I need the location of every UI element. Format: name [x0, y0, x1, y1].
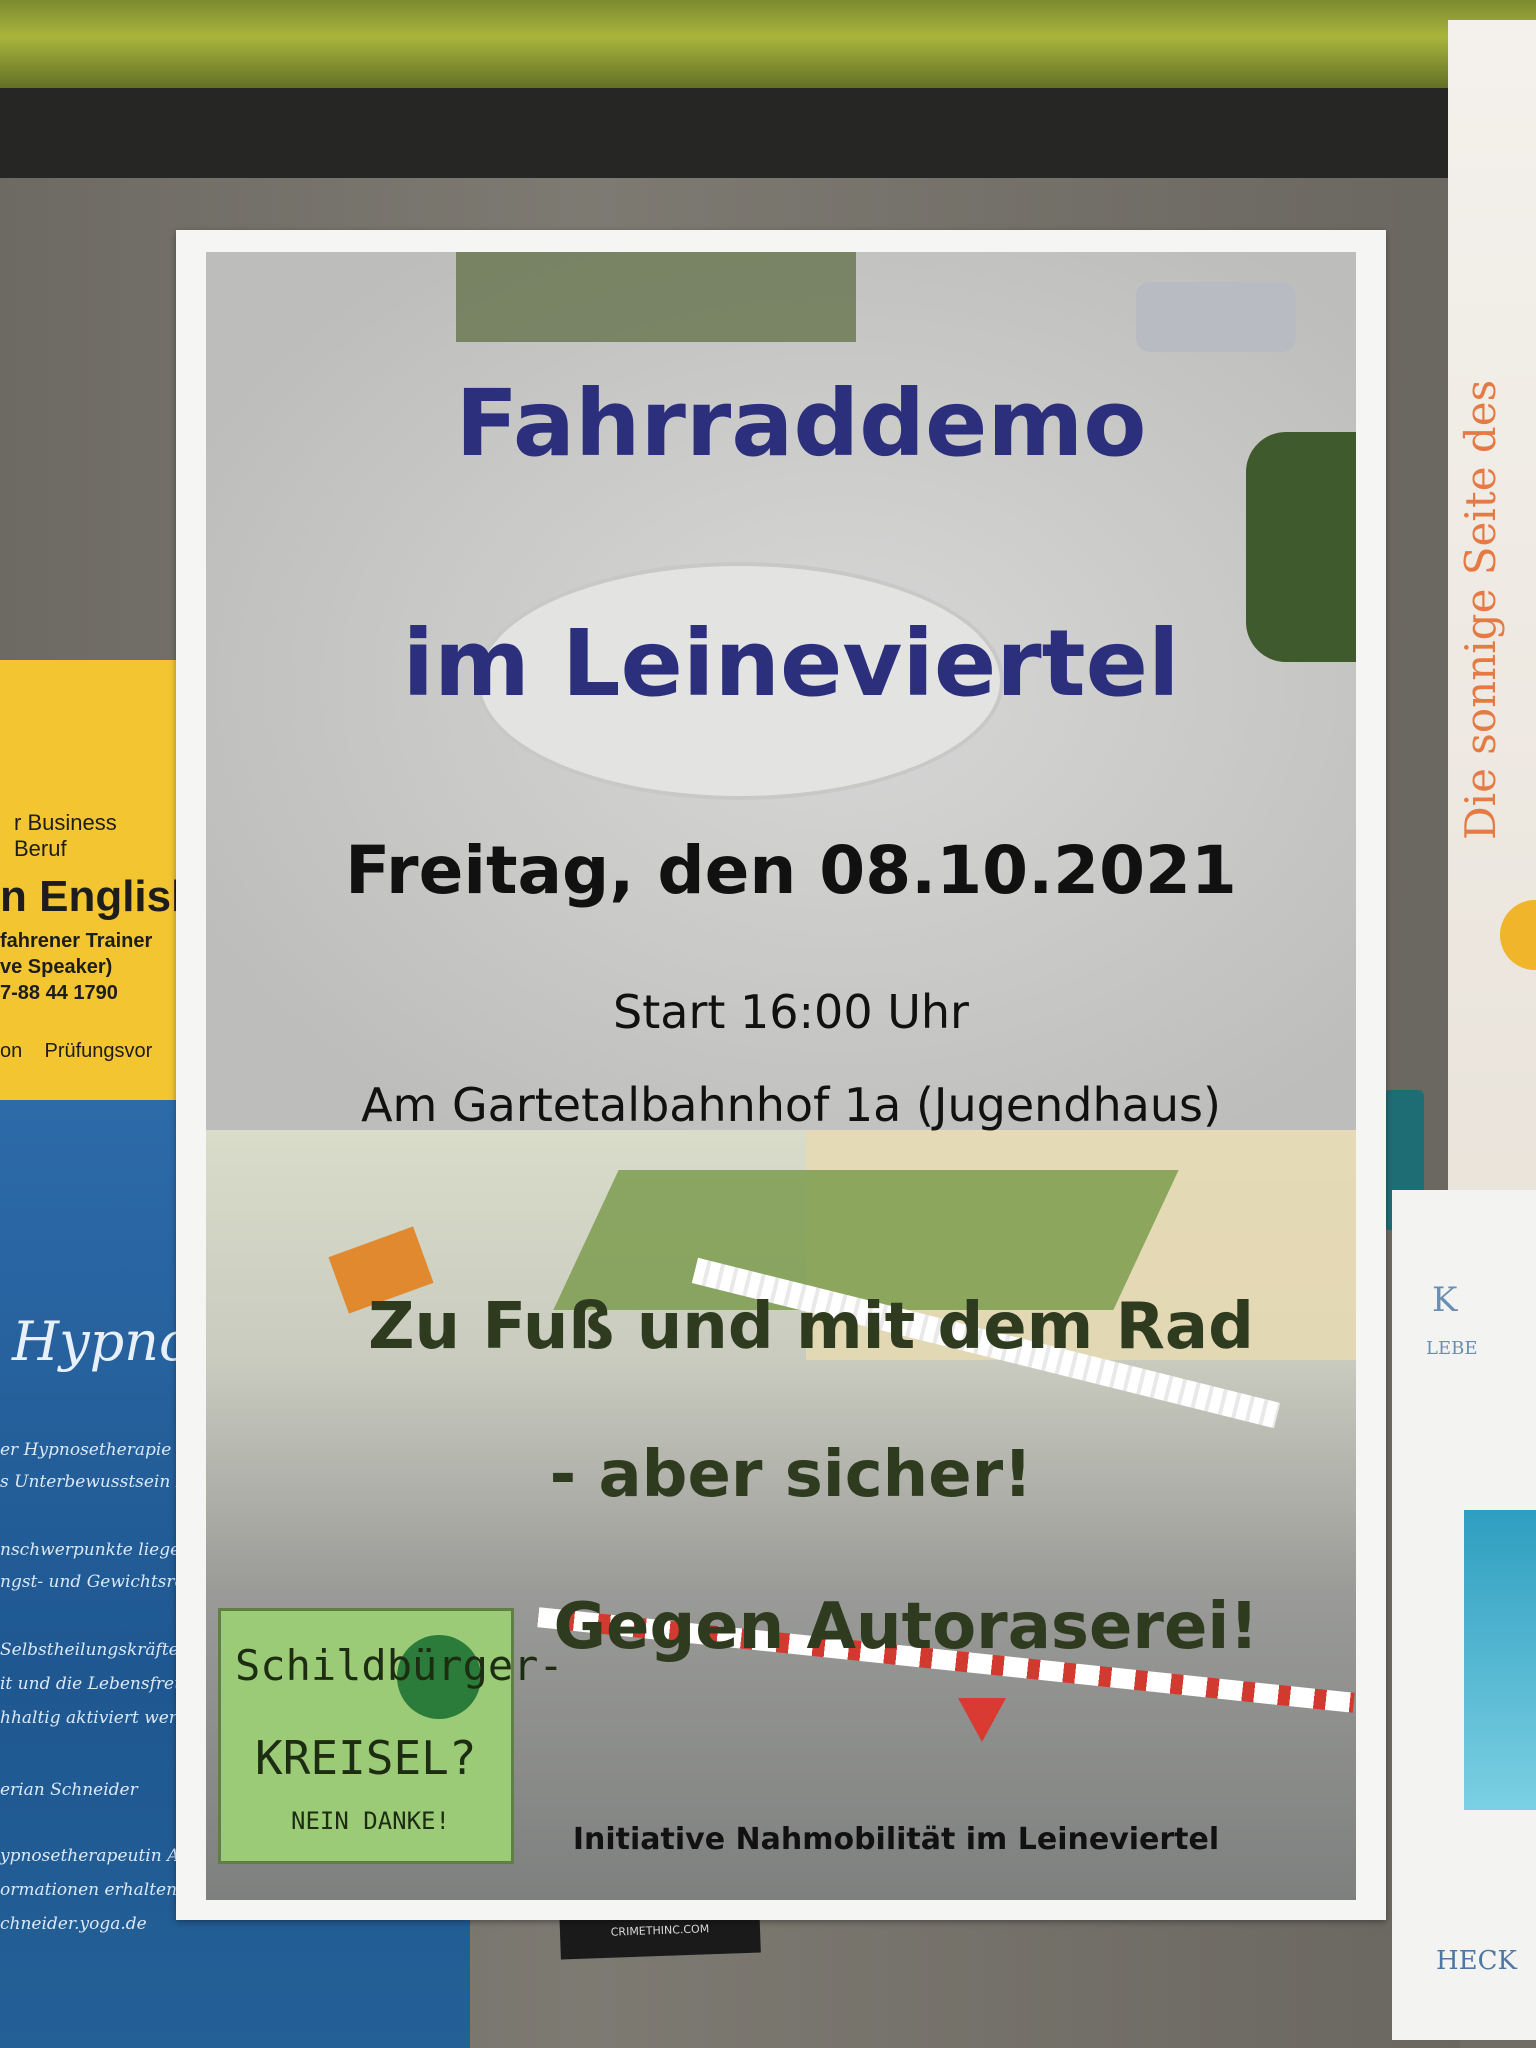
sign-text: KREISEL? — [255, 1731, 477, 1785]
flyer-line: hhaltig aktiviert werd — [0, 1708, 188, 1728]
flyer-line: r Business — [14, 810, 117, 835]
flyer-line: HECK — [1436, 1946, 1517, 1976]
flyer-line: Beruf — [14, 836, 67, 861]
flyer-line: nschwerpunkte liegen — [0, 1540, 192, 1560]
right-white-flyer: K LEBE HECK — [1392, 1190, 1536, 2040]
board-frame — [0, 88, 1460, 178]
right-sunny-flyer: Die sonnige Seite des — [1448, 20, 1536, 1240]
flyer-line: s Unterbewusstsein zu — [0, 1472, 196, 1492]
flyer-heading: Hypno — [12, 1310, 192, 1373]
sign-text: NEIN DANKE! — [291, 1807, 450, 1835]
flyer-line: on — [0, 1040, 23, 1062]
flyer-text-block: fahrener Trainer ve Speaker) 7-88 44 179… — [0, 928, 152, 1006]
event-start-time: Start 16:00 Uhr — [613, 985, 969, 1039]
flyer-line: LEBE — [1426, 1338, 1478, 1359]
sign-text: Schildbürger- — [235, 1641, 564, 1690]
poster-headline: Fahrraddemo — [455, 370, 1147, 477]
flyer-line: erian Schneider — [0, 1780, 138, 1800]
protest-sign-photo: Schildbürger- KREISEL? NEIN DANKE! — [218, 1608, 564, 1864]
sun-icon — [1500, 900, 1536, 970]
organizer-name: Initiative Nahmobilität im Leineviertel — [572, 1822, 1220, 1857]
flyer-text-block: on Prüfungsvor — [0, 1040, 152, 1063]
photo-lawn — [456, 252, 856, 342]
demo-poster: Fahrraddemo im Leineviertel Freitag, den… — [176, 230, 1386, 1920]
flyer-line: it und die Lebensfreu — [0, 1674, 186, 1694]
photo-car — [1136, 282, 1296, 352]
flyer-phone: 7-88 44 1790 — [0, 982, 118, 1004]
flyer-line: chneider.yoga.de — [0, 1914, 147, 1934]
poster-headline-2: im Leineviertel — [402, 610, 1180, 717]
slogan-line-2: - aber sicher! — [549, 1438, 1033, 1512]
flyer-line: ve Speaker) — [0, 956, 113, 978]
flyer-image — [1464, 1510, 1536, 1810]
yield-sign-icon — [958, 1698, 1006, 1742]
flyer-text-block: r Business Beruf — [14, 810, 117, 862]
yellow-english-flyer: r Business Beruf n English! fahrener Tra… — [0, 660, 190, 1100]
tree-foliage — [0, 0, 1536, 92]
event-date: Freitag, den 08.10.2021 — [345, 832, 1237, 909]
event-location: Am Gartetalbahnhof 1a (Jugendhaus) — [361, 1078, 1221, 1132]
flyer-vertical-text: Die sonnige Seite des — [1456, 379, 1505, 840]
flyer-line: Selbstheilungskräfte, — [0, 1640, 185, 1660]
photo-grass — [553, 1170, 1179, 1310]
flyer-heading: K — [1432, 1280, 1458, 1320]
flyer-line: Prüfungsvor — [44, 1040, 153, 1062]
flyer-heading: n English! — [0, 872, 190, 921]
flyer-line: er Hypnosetherapie k — [0, 1440, 188, 1460]
flyer-line: fahrener Trainer — [0, 930, 153, 952]
slogan-line-1: Zu Fuß und mit dem Rad — [368, 1290, 1254, 1364]
